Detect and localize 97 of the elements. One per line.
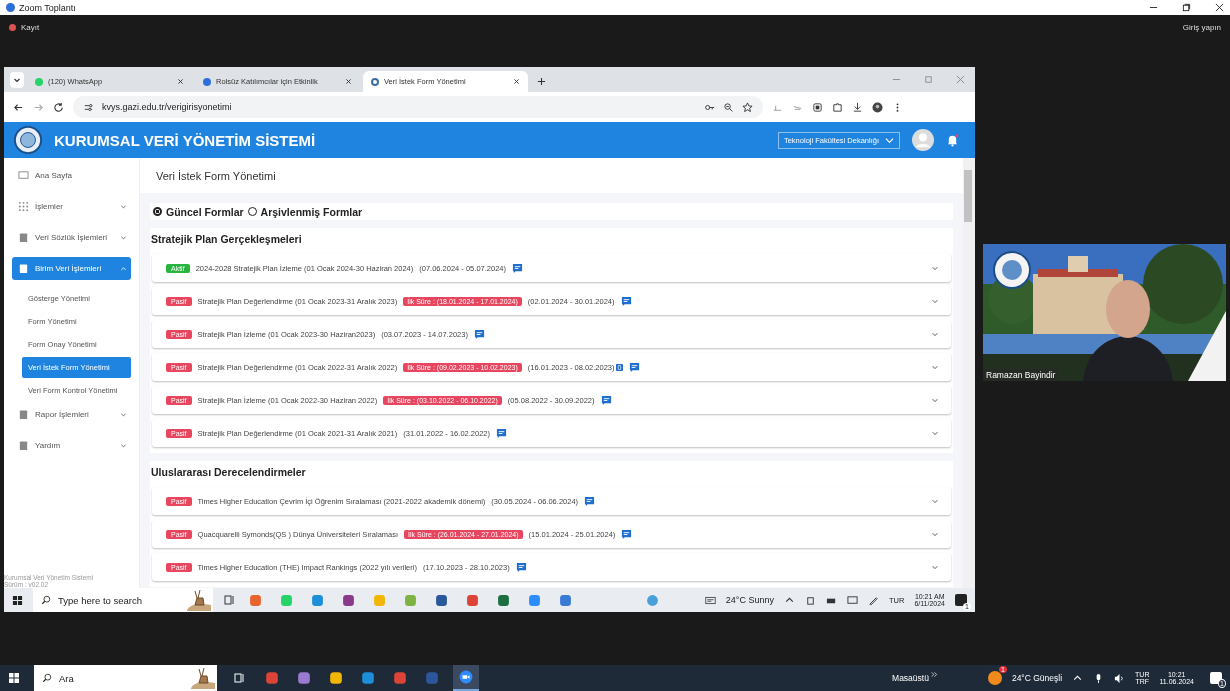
chevron-down-icon[interactable] bbox=[931, 396, 939, 404]
weather-text: 24°C Güneşli bbox=[1011, 673, 1063, 683]
weather-icon bbox=[704, 594, 716, 606]
user-avatar-icon[interactable] bbox=[912, 129, 934, 151]
comment-icon[interactable] bbox=[600, 394, 612, 406]
task-view-icon[interactable] bbox=[223, 594, 235, 606]
app-icon[interactable] bbox=[265, 671, 279, 685]
chevron-down-icon bbox=[885, 135, 894, 145]
chevron-down-icon[interactable] bbox=[931, 297, 939, 305]
recording-label: Kayıt bbox=[21, 23, 40, 32]
close-icon[interactable] bbox=[1215, 3, 1224, 12]
app-icon[interactable] bbox=[466, 593, 479, 607]
app-icon[interactable] bbox=[297, 671, 311, 685]
comment-icon[interactable] bbox=[496, 427, 507, 439]
close-icon[interactable] bbox=[513, 78, 520, 85]
bookmark-star-icon[interactable] bbox=[742, 101, 753, 113]
sidebar-item[interactable]: İşlemler bbox=[12, 195, 131, 218]
document-icon bbox=[18, 263, 29, 274]
network-icon[interactable] bbox=[846, 594, 858, 606]
restore-icon[interactable] bbox=[1182, 3, 1191, 12]
app-icon[interactable] bbox=[497, 593, 510, 607]
task-view-icon[interactable] bbox=[233, 672, 245, 684]
chevron-down-icon[interactable] bbox=[931, 497, 939, 505]
search-icon bbox=[41, 595, 51, 605]
site-icon bbox=[35, 77, 43, 86]
participant-name: Ramazan Bayindir bbox=[983, 369, 1059, 381]
document-icon bbox=[18, 232, 29, 243]
zoom-app-icon[interactable] bbox=[453, 665, 479, 691]
speaker-icon[interactable] bbox=[1114, 672, 1126, 684]
sidebar-item[interactable]: Yardım bbox=[12, 434, 131, 457]
site-icon bbox=[203, 77, 211, 86]
document-icon bbox=[18, 440, 29, 451]
chevron-down-icon[interactable] bbox=[931, 264, 939, 272]
comment-icon[interactable] bbox=[620, 295, 632, 307]
section-title: Uluslararası Derecelendirmeler bbox=[150, 465, 307, 480]
comment-icon[interactable] bbox=[473, 328, 485, 340]
tab-list-icon[interactable] bbox=[10, 72, 24, 88]
site-settings-icon[interactable] bbox=[83, 101, 94, 113]
search-icon bbox=[42, 673, 52, 683]
window-title: Zoom Toplantı bbox=[19, 2, 76, 13]
puzzle-icon[interactable] bbox=[832, 101, 843, 113]
download-icon[interactable] bbox=[852, 101, 863, 113]
chevron-icon[interactable] bbox=[930, 670, 938, 678]
app-title: KURUMSAL VERİ YÖNETİM SİSTEMİ bbox=[54, 131, 316, 149]
university-seal-icon bbox=[14, 126, 42, 154]
app-icon[interactable] bbox=[393, 671, 407, 685]
sidebar-item[interactable]: Birim Veri İşlemleri bbox=[12, 257, 131, 280]
grid-icon bbox=[18, 201, 29, 212]
monitor-icon bbox=[18, 170, 29, 181]
sun-icon bbox=[987, 671, 1002, 685]
chevron-down-icon[interactable] bbox=[931, 330, 939, 338]
app-icon[interactable] bbox=[329, 671, 343, 685]
search-box[interactable]: Ara bbox=[34, 665, 217, 691]
chevron-down-icon[interactable] bbox=[931, 563, 939, 571]
section-title: Stratejik Plan Gerçekleşmeleri bbox=[150, 232, 303, 247]
search-field[interactable]: Ara bbox=[57, 671, 156, 685]
sign-in-link[interactable]: Giriş yapın bbox=[1182, 23, 1221, 32]
chevron-down-icon[interactable] bbox=[931, 363, 939, 371]
desktop-label[interactable]: Masaüstü bbox=[892, 673, 929, 683]
tray-icon[interactable] bbox=[804, 594, 816, 606]
comment-icon[interactable] bbox=[584, 495, 596, 507]
document-icon bbox=[18, 409, 29, 420]
address-bar[interactable]: kvys.gazi.edu.tr/verigirisyonetimi bbox=[73, 96, 763, 118]
filter-radio[interactable]: Güncel Formlar bbox=[153, 205, 244, 218]
record-icon bbox=[9, 24, 16, 31]
site-icon bbox=[371, 77, 379, 86]
sidebar-item[interactable]: Ana Sayfa bbox=[12, 164, 131, 187]
weather-text: 24°C Sunny bbox=[725, 595, 774, 605]
notification-bell-icon[interactable] bbox=[946, 133, 959, 147]
zoom-logo-icon bbox=[6, 3, 15, 12]
pen-icon[interactable] bbox=[867, 594, 879, 606]
new-tab-icon[interactable] bbox=[537, 77, 546, 86]
sidebar-item[interactable]: Veri Sözlük İşlemleri bbox=[12, 226, 131, 249]
chevron-down-icon[interactable] bbox=[931, 530, 939, 538]
comment-icon[interactable] bbox=[512, 262, 523, 274]
avatar-icon[interactable] bbox=[872, 101, 883, 113]
app-icon[interactable] bbox=[342, 593, 355, 607]
filter-radio[interactable]: Arşivlenmiş Formlar bbox=[247, 205, 363, 218]
app-icon[interactable] bbox=[435, 593, 448, 607]
app-icon[interactable] bbox=[361, 671, 375, 685]
search-field[interactable]: Type here to search bbox=[56, 593, 155, 607]
start-icon[interactable] bbox=[12, 594, 23, 606]
start-icon[interactable] bbox=[8, 672, 20, 684]
comment-icon[interactable] bbox=[621, 528, 633, 540]
close-icon[interactable] bbox=[177, 78, 184, 85]
app-icon[interactable] bbox=[559, 593, 572, 607]
reload-icon[interactable] bbox=[53, 101, 64, 113]
close-icon[interactable] bbox=[345, 78, 352, 85]
comment-icon[interactable] bbox=[515, 561, 527, 573]
search-box[interactable]: Type here to search bbox=[33, 588, 213, 612]
zoom-icon[interactable] bbox=[723, 101, 734, 113]
page-title: Veri İstek Form Yönetimi bbox=[140, 158, 963, 193]
comment-icon[interactable] bbox=[629, 361, 641, 373]
scrollbar[interactable] bbox=[963, 158, 975, 588]
chevron-down-icon[interactable] bbox=[931, 429, 939, 437]
extension-icon[interactable] bbox=[812, 101, 823, 113]
sidebar-item[interactable]: Rapor İşlemleri bbox=[12, 403, 131, 426]
